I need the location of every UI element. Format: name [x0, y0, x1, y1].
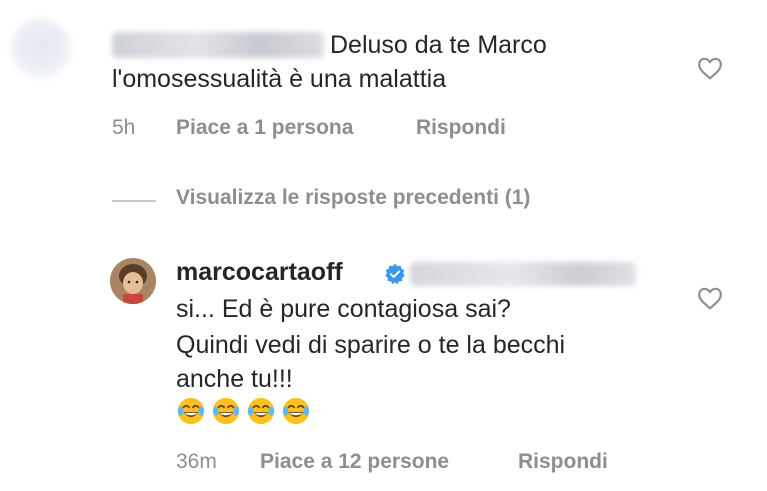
reply-reply-button[interactable]: Rispondi	[518, 450, 608, 474]
face-with-tears-of-joy-icon	[212, 397, 240, 425]
reply-text-line3: anche tu!!!	[176, 365, 293, 393]
blurred-username[interactable]	[112, 32, 324, 58]
comment-reply-button[interactable]: Rispondi	[416, 116, 506, 140]
heart-outline-icon[interactable]	[697, 286, 723, 310]
face-with-tears-of-joy-icon	[282, 397, 310, 425]
comment-likes-link[interactable]: Piace a 1 persona	[176, 116, 353, 140]
reply-username[interactable]: marcocartaoff	[176, 258, 343, 287]
face-with-tears-of-joy-icon	[247, 397, 275, 425]
emoji-row	[176, 396, 311, 426]
reply-time: 36m	[176, 450, 217, 473]
comment-text-line2: l'omosessualità è una malattia	[112, 65, 447, 93]
replies-divider	[112, 200, 156, 202]
verified-badge-icon	[385, 263, 405, 285]
heart-outline-icon[interactable]	[697, 56, 723, 80]
avatar[interactable]	[110, 258, 156, 304]
blurred-mention[interactable]	[410, 262, 636, 286]
reply-text-line1: si... Ed è pure contagiosa sai?	[176, 295, 511, 323]
reply-likes-link[interactable]: Piace a 12 persone	[260, 450, 449, 474]
comment-time: 5h	[112, 116, 136, 139]
reply-text-line2: Quindi vedi di sparire o te la becchi	[176, 331, 566, 359]
comment-text-line1: Deluso da te Marco	[330, 31, 547, 59]
blurred-avatar[interactable]	[10, 18, 72, 80]
view-previous-replies-button[interactable]: Visualizza le risposte precedenti (1)	[176, 186, 530, 210]
avatar-photo	[110, 258, 156, 304]
face-with-tears-of-joy-icon	[177, 397, 205, 425]
